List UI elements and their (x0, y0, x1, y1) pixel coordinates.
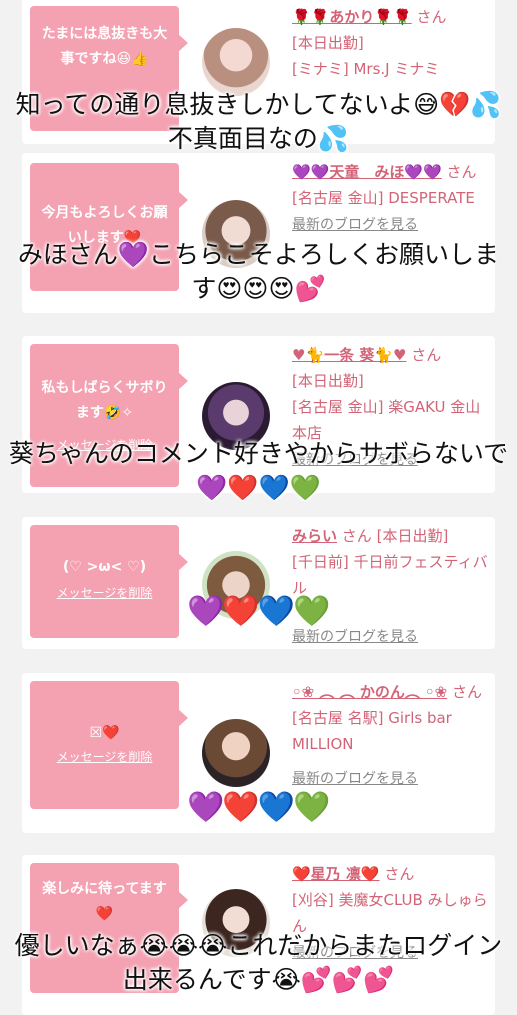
status-tag: [本日出勤] (292, 372, 364, 390)
latest-blog-link[interactable]: 最新のブログを見る (292, 217, 418, 233)
delete-message-link[interactable]: メッセージを削除 (57, 584, 153, 601)
message-card: (♡ >ω< ♡) メッセージを削除 みらい さん [本日出勤] [千日前] 千… (22, 517, 495, 649)
overlay-caption: 優しいなぁ😭😭😭これだからまたログイン出来るんです😭💕💕💕 (14, 931, 503, 994)
shop-name: [名古屋 金山] 楽GAKU 金山本店 (292, 398, 481, 442)
overlay-caption: 知っての通り息抜きしかしてないよ😅💔💦不真面目なの💦 (15, 90, 502, 153)
message-text: (♡ >ω< ♡) (62, 559, 147, 575)
profile-info: 💜💜天童 みほ💜💜 さん [名古屋 金山] DESPERATE 最新のブログを見… (292, 159, 492, 238)
overlay-caption: 葵ちゃんのコメント好きやからサボらないで💜❤️💙💚 (8, 439, 509, 502)
status-tag: [本日出勤] (292, 34, 364, 52)
profile-name-link[interactable]: ◦❀ ︵ ︵ かのん︵ ◦❀ (292, 683, 447, 701)
shop-name: [ミナミ] Mrs.J ミナミ (292, 60, 440, 78)
message-text: 楽しみに待ってます❤️ (42, 881, 167, 922)
overlay-caption: みほさん💜こちらこそよろしくお願いします😍😍😍💕 (17, 240, 500, 303)
avatar[interactable] (202, 719, 270, 787)
honorific: さん (384, 865, 415, 883)
avatar[interactable] (202, 28, 270, 96)
heart-emoji-row: 💜❤️💙💚 (187, 594, 330, 629)
shop-name: [名古屋 金山] DESPERATE (292, 189, 475, 207)
honorific: さん (416, 8, 447, 26)
honorific: さん (341, 527, 372, 545)
profile-name-link[interactable]: みらい (292, 527, 337, 545)
profile-info: ◦❀ ︵ ︵ かのん︵ ◦❀ さん [名古屋 名駅] Girls bar MIL… (292, 679, 492, 787)
status-tag: [本日出勤] (376, 527, 449, 545)
message-text: 私もしばらくサボります🤣✧ (41, 380, 168, 421)
message-text: たまには息抜きも大事ですね😆👍 (41, 26, 168, 67)
latest-blog-link[interactable]: 最新のブログを見る (292, 629, 418, 645)
profile-name-link[interactable]: ♥🐈一条 葵🐈♥ (292, 346, 406, 364)
delete-message-link[interactable]: メッセージを削除 (57, 748, 153, 765)
profile-name-link[interactable]: 🌹🌹あかり🌹🌹 (292, 8, 412, 26)
honorific: さん (446, 163, 477, 181)
message-bubble: (♡ >ω< ♡) メッセージを削除 (30, 525, 188, 638)
message-text: ☒❤️ (89, 725, 120, 741)
heart-emoji-row: 💜❤️💙💚 (187, 790, 330, 825)
profile-info: 🌹🌹あかり🌹🌹 さん [本日出勤] [ミナミ] Mrs.J ミナミ (292, 4, 492, 82)
honorific: さん (411, 346, 442, 364)
profile-name-link[interactable]: ❤️星乃 凛❤️ (292, 865, 380, 883)
profile-name-link[interactable]: 💜💜天童 みほ💜💜 (292, 163, 442, 181)
honorific: さん (451, 683, 482, 701)
latest-blog-link[interactable]: 最新のブログを見る (292, 771, 418, 787)
shop-name: [千日前] 千日前フェスティバル (292, 553, 488, 597)
shop-name: [名古屋 名駅] Girls bar MILLION (292, 709, 452, 753)
message-bubble: ☒❤️ メッセージを削除 (30, 681, 188, 809)
